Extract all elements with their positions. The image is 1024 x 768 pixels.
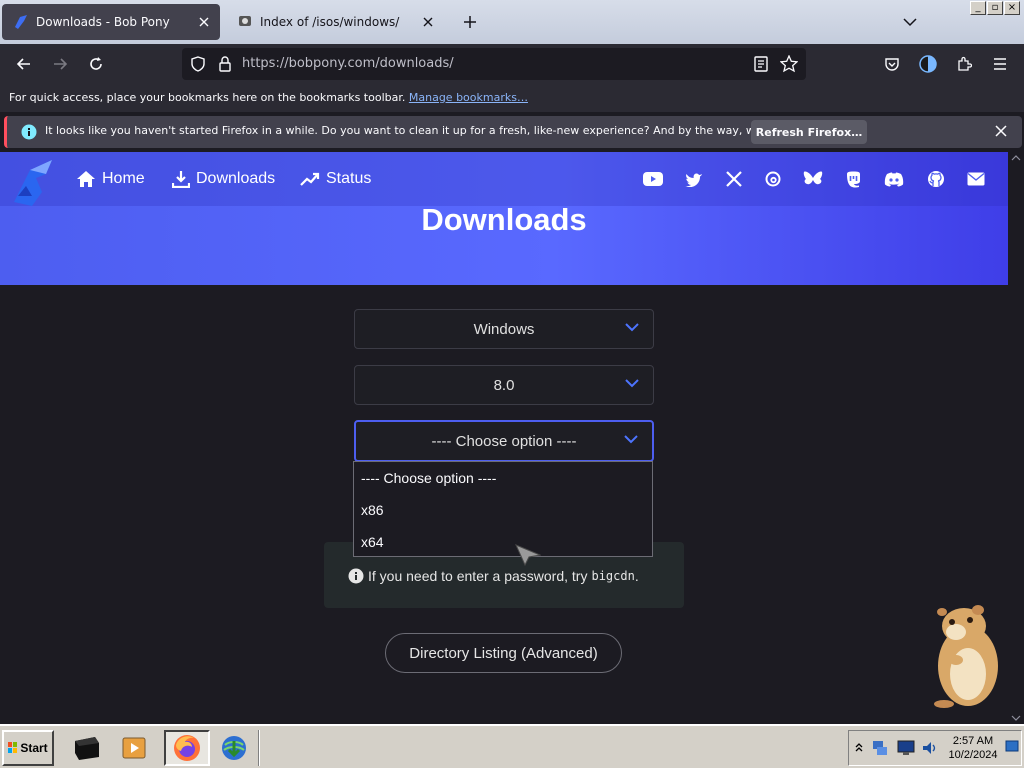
- windows-logo-icon: [8, 742, 18, 753]
- nav-status[interactable]: Status: [300, 170, 371, 188]
- notification-message: It looks like you haven't started Firefo…: [45, 124, 829, 137]
- bobpony-logo[interactable]: [12, 156, 64, 206]
- mouse-cursor-icon: [515, 544, 541, 566]
- media-player-icon[interactable]: [116, 730, 152, 766]
- command-prompt-icon[interactable]: [68, 730, 104, 766]
- threads-icon[interactable]: [762, 169, 784, 189]
- os-select-value: Windows: [473, 320, 535, 338]
- start-label: Start: [20, 741, 48, 755]
- directory-listing-button[interactable]: Directory Listing (Advanced): [385, 633, 622, 673]
- reload-icon[interactable]: [84, 52, 108, 76]
- refresh-firefox-button[interactable]: Refresh Firefox…: [751, 120, 867, 144]
- extensions-icon[interactable]: [952, 52, 976, 76]
- dropdown-option[interactable]: ---- Choose option ----: [354, 462, 652, 494]
- chevron-down-icon: [624, 434, 638, 444]
- network-icon[interactable]: [871, 739, 889, 757]
- dark-reader-extension-icon[interactable]: [916, 52, 940, 76]
- page-scrollbar[interactable]: [1008, 152, 1024, 724]
- new-tab-icon[interactable]: [458, 10, 482, 34]
- close-notification-icon[interactable]: [995, 125, 1007, 137]
- minimize-button[interactable]: _: [970, 1, 986, 15]
- internet-download-manager-icon[interactable]: [212, 730, 256, 766]
- bluesky-icon[interactable]: [802, 169, 824, 189]
- back-icon[interactable]: [12, 52, 36, 76]
- nav-label: Home: [102, 170, 145, 187]
- hamster-mascot: [920, 602, 1006, 710]
- architecture-select-value: ---- Choose option ----: [431, 432, 577, 450]
- info-icon: [21, 124, 37, 140]
- info-circle-icon: [348, 568, 364, 584]
- firefox-taskbar-icon[interactable]: [164, 730, 210, 766]
- maximize-button[interactable]: ▫: [987, 1, 1003, 15]
- close-tab-icon[interactable]: [192, 10, 216, 34]
- tab-downloads[interactable]: Downloads - Bob Pony: [2, 4, 220, 40]
- taskbar: Start 2:57 AM 10/2/2024: [0, 724, 1024, 768]
- version-select[interactable]: 8.0: [354, 365, 654, 405]
- password-hint-text: If you need to enter a password, try: [368, 568, 588, 584]
- menu-icon[interactable]: [988, 52, 1012, 76]
- chevron-down-icon: [625, 322, 639, 332]
- close-window-button[interactable]: ×: [1004, 1, 1020, 15]
- password-hint: If you need to enter a password, try big…: [348, 568, 639, 584]
- tab-index-of-isos[interactable]: Index of /isos/windows/: [226, 4, 444, 40]
- architecture-dropdown-list: ---- Choose option ---- x86 x64: [353, 461, 653, 557]
- pocket-icon[interactable]: [880, 52, 904, 76]
- shield-icon[interactable]: [190, 56, 206, 72]
- twitter-icon[interactable]: [683, 169, 705, 189]
- bobpony-favicon-icon: [12, 13, 30, 31]
- forward-icon[interactable]: [48, 52, 72, 76]
- version-select-value: 8.0: [493, 376, 515, 394]
- hero-banner: Home Downloads Status Downloads: [0, 152, 1008, 285]
- bookmarks-hint: For quick access, place your bookmarks h…: [9, 91, 406, 104]
- dropdown-option[interactable]: x64: [354, 526, 652, 558]
- web-page: Home Downloads Status Downloads Windows …: [0, 152, 1008, 724]
- nav-downloads[interactable]: Downloads: [172, 170, 275, 188]
- x-icon[interactable]: [723, 169, 745, 189]
- mastodon-icon[interactable]: [842, 169, 864, 189]
- bookmark-star-icon[interactable]: [780, 55, 798, 73]
- system-tray: 2:57 AM 10/2/2024: [848, 730, 1022, 766]
- chevron-down-icon: [625, 378, 639, 388]
- clock[interactable]: 2:57 AM 10/2/2024: [943, 734, 1003, 762]
- address-bar[interactable]: https://bobpony.com/downloads/: [182, 48, 806, 80]
- reader-view-icon[interactable]: [754, 56, 768, 72]
- taskbar-divider: [258, 730, 260, 766]
- index-favicon-icon: [236, 13, 254, 31]
- github-icon[interactable]: [925, 169, 947, 189]
- tab-strip: Downloads - Bob Pony Index of /isos/wind…: [0, 0, 1024, 44]
- clock-time: 2:57 AM: [952, 735, 994, 747]
- architecture-select[interactable]: ---- Choose option ----: [354, 420, 654, 462]
- volume-icon[interactable]: [921, 740, 939, 756]
- display-icon[interactable]: [897, 740, 915, 756]
- trending-up-icon: [300, 172, 320, 186]
- show-hidden-icons-icon[interactable]: [855, 741, 863, 753]
- nav-label: Status: [326, 170, 372, 187]
- page-title: Downloads: [421, 202, 587, 237]
- os-select[interactable]: Windows: [354, 309, 654, 349]
- bookmarks-toolbar: For quick access, place your bookmarks h…: [0, 84, 1024, 112]
- navigation-toolbar: https://bobpony.com/downloads/: [0, 44, 1024, 84]
- url-text: https://bobpony.com/downloads/: [242, 56, 454, 71]
- download-icon: [172, 171, 190, 188]
- start-button[interactable]: Start: [2, 730, 54, 766]
- tab-title: Index of /isos/windows/: [260, 15, 400, 29]
- nav-label: Downloads: [196, 170, 276, 187]
- home-icon: [77, 171, 95, 187]
- nav-home[interactable]: Home: [76, 170, 145, 188]
- youtube-icon[interactable]: [642, 169, 664, 189]
- show-desktop-icon[interactable]: [1005, 740, 1019, 754]
- password-hint-suffix: .: [634, 568, 639, 584]
- lock-icon[interactable]: [218, 56, 232, 72]
- close-tab-icon[interactable]: [416, 10, 440, 34]
- list-all-tabs-icon[interactable]: [898, 10, 922, 34]
- clock-date: 10/2/2024: [948, 749, 998, 761]
- tab-title: Downloads - Bob Pony: [36, 15, 170, 29]
- discord-icon[interactable]: [883, 169, 905, 189]
- dropdown-option[interactable]: x86: [354, 494, 652, 526]
- manage-bookmarks-link[interactable]: Manage bookmarks…: [409, 91, 528, 104]
- password-value: bigcdn: [591, 569, 635, 583]
- email-icon[interactable]: [965, 169, 987, 189]
- refresh-notification: It looks like you haven't started Firefo…: [4, 116, 1022, 148]
